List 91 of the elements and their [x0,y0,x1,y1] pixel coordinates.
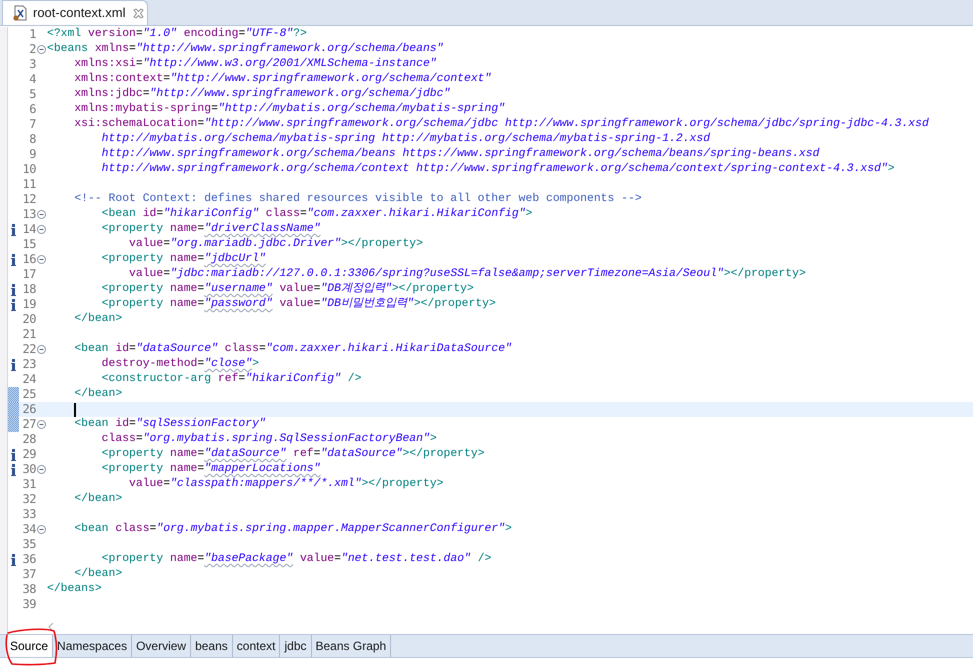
code-line: </bean> [73,492,122,507]
line-number: 8 [28,132,36,147]
line-number: 33 [22,507,36,522]
code-line: <property name="mapperLocations" [100,462,320,477]
code-line: xmlns:xsi="http://www.w3.org/2001/XMLSchema-instance" [73,57,437,72]
code-line: <property name="basePackage" value="net.test.test.dao" /> [100,552,492,567]
editor-page-tab[interactable]: jdbc [280,635,312,657]
scroll-left-icon[interactable] [48,623,54,631]
line-number: 9 [28,147,36,162]
collapse-icon[interactable] [36,45,46,54]
line-number: 32 [22,492,36,507]
editor-page-tab[interactable]: context [232,635,280,657]
line-number: 2 [28,42,36,57]
editor-page-tab[interactable]: Beans Graph [312,635,392,657]
code-line: http://www.springframework.org/schema/context http://www.springframework.org/schema/context/spring-context-4.3.xsd"> [100,162,895,177]
code-line: xmlns:mybatis-spring="http://mybatis.org/schema/mybatis-spring" [73,102,505,117]
line-number: 21 [22,327,36,342]
code-line: xmlns:jdbc="http://www.springframework.org/schema/jdbc" [73,87,450,102]
line-number: 28 [22,432,36,447]
collapse-icon[interactable] [36,465,46,474]
editor-tab[interactable]: root-context.xml [2,0,148,25]
collapse-icon[interactable] [36,225,46,234]
line-number: 30 [22,462,36,477]
code-line: </bean> [73,312,122,327]
code-line: <bean id="hikariConfig" class="com.zaxxer.hikari.HikariConfig"> [100,207,532,222]
code-line: <property name="driverClassName" [100,222,320,237]
line-number: 37 [22,567,36,582]
code-line: <property name="jdbcUrl" [100,252,266,267]
code-line: </beans> [47,582,102,597]
line-number: 38 [22,582,36,597]
code-line: </bean> [73,567,122,582]
line-number: 39 [22,597,36,612]
line-number: 31 [22,477,36,492]
line-number: 25 [22,387,36,402]
line-number: 19 [22,297,36,312]
line-number: 20 [22,312,36,327]
code-line: <!-- Root Context: defines shared resources visible to all other web components --> [73,192,642,207]
line-number: 23 [22,357,36,372]
code-line: http://www.springframework.org/schema/beans https://www.springframework.org/schema/beans/spring-beans.xsd [100,147,820,162]
collapse-icon[interactable] [36,255,46,264]
line-number: 16 [22,252,36,267]
code-line: xmlns:context="http://www.springframework.org/schema/context" [73,72,492,87]
code-line: <property name="username" value="DB계정입력"></property> [100,282,474,297]
code-line: <bean class="org.mybatis.spring.mapper.MapperScannerConfigurer"> [73,522,512,537]
close-icon[interactable] [133,8,144,18]
line-number: 12 [22,192,36,207]
code-line: <property name="password" value="DB비밀번호입력"></property> [100,297,496,312]
code-line: <constructor-arg ref="hikariConfig" /> [100,372,362,387]
code-line: value="org.mariadb.jdbc.Driver"></property> [128,237,423,252]
line-number: 36 [22,552,36,567]
collapse-icon[interactable] [36,525,46,534]
line-number: 1 [28,27,36,42]
line-number: 10 [22,162,36,177]
line-number: 11 [22,177,36,192]
line-number: 18 [22,282,36,297]
line-number: 7 [28,117,36,132]
line-number: 3 [28,57,36,72]
line-number: 26 [22,402,36,417]
editor-page-tab[interactable]: beans [191,635,233,657]
code-line: </bean> [73,387,122,402]
code-line: value="jdbc:mariadb://127.0.0.1:3306/spring?useSSL=false&amp;serverTimezone=Asia/Seoul"></property> [128,267,806,282]
line-number: 24 [22,372,36,387]
line-number: 15 [22,237,36,252]
line-number: 13 [22,207,36,222]
code-line: <bean id="dataSource" class="com.zaxxer.hikari.HikariDataSource" [73,342,512,357]
code-line: <beans xmlns="http://www.springframework.org/schema/beans" [47,42,444,57]
code-line: value="classpath:mappers/**/*.xml"></property> [128,477,444,492]
code-line: class="org.mybatis.spring.SqlSessionFactoryBean"> [100,432,437,447]
line-number: 17 [22,267,36,282]
code-line: <?xml version="1.0" encoding="UTF-8"?> [47,27,307,42]
xml-file-icon [12,5,28,21]
code-line: <property name="dataSource" ref="dataSource"></property> [100,447,485,462]
collapse-icon[interactable] [36,345,46,354]
line-number: 27 [22,417,36,432]
line-number: 35 [22,537,36,552]
collapse-icon[interactable] [36,420,46,429]
code-line: http://mybatis.org/schema/mybatis-spring http://mybatis.org/schema/mybatis-spring-1.2.xsd [100,132,710,147]
line-number: 4 [28,72,36,87]
line-number: 6 [28,102,36,117]
line-number: 14 [22,222,36,237]
editor-page-tab[interactable]: Source [6,635,54,657]
line-number: 5 [28,87,36,102]
editor-page-tab[interactable]: Overview [132,635,192,657]
collapse-icon[interactable] [36,210,46,219]
line-number: 22 [22,342,36,357]
code-line: destroy-method="close"> [100,357,259,372]
editor-page-tab[interactable]: Namespaces [53,635,132,657]
line-number: 29 [22,447,36,462]
code-line: <bean id="sqlSessionFactory" [73,417,266,432]
code-line: xsi:schemaLocation="http://www.springframework.org/schema/jdbc http://www.springframework.org/schema/jdbc/spring-jdbc-4.3.xsd [73,117,929,132]
line-number: 34 [22,522,36,537]
